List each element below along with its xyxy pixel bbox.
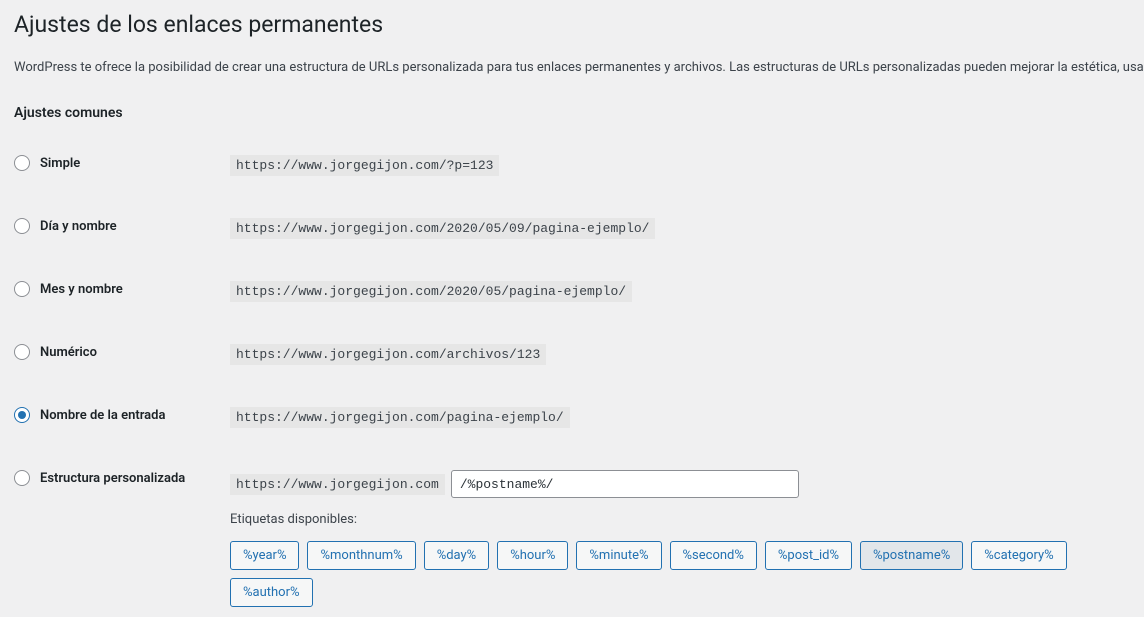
permalink-example-url: https://www.jorgegijon.com/2020/05/pagin… xyxy=(230,281,632,302)
section-title: Ajustes comunes xyxy=(14,105,1130,121)
tag-button[interactable]: %second% xyxy=(670,541,757,570)
permalink-radio[interactable] xyxy=(14,155,30,171)
permalink-radio-label: Numérico xyxy=(40,345,97,360)
option-row: Mes y nombre https://www.jorgegijon.com/2… xyxy=(14,281,1130,302)
tag-button[interactable]: %post_id% xyxy=(765,541,852,570)
permalink-example-url: https://www.jorgegijon.com/archivos/123 xyxy=(230,344,546,365)
tags-label: Etiquetas disponibles: xyxy=(230,512,1130,527)
tag-button[interactable]: %day% xyxy=(424,541,490,570)
permalink-radio[interactable] xyxy=(14,281,30,297)
option-row: Día y nombre https://www.jorgegijon.com/2… xyxy=(14,218,1130,239)
permalink-radio[interactable] xyxy=(14,407,30,423)
permalink-radio[interactable] xyxy=(14,218,30,234)
tag-button[interactable]: %year% xyxy=(230,541,299,570)
permalink-example-url: https://www.jorgegijon.com/?p=123 xyxy=(230,155,499,176)
radio-label-custom: Estructura personalizada xyxy=(40,471,185,486)
permalink-radio-label: Día y nombre xyxy=(40,219,117,234)
page-title: Ajustes de los enlaces permanentes xyxy=(14,10,1130,40)
permalink-example-url: https://www.jorgegijon.com/2020/05/09/pa… xyxy=(230,218,655,239)
radio-custom[interactable] xyxy=(14,470,30,486)
tag-button[interactable]: %postname% xyxy=(860,541,963,570)
permalink-radio-label: Mes y nombre xyxy=(40,282,123,297)
permalink-example-url: https://www.jorgegijon.com/pagina-ejempl… xyxy=(230,407,570,428)
tag-button[interactable]: %author% xyxy=(230,578,313,607)
tag-button[interactable]: %hour% xyxy=(497,541,568,570)
permalink-radio-label: Simple xyxy=(40,156,80,171)
tag-button[interactable]: %minute% xyxy=(576,541,661,570)
option-row-custom: Estructura personalizada https://www.jor… xyxy=(14,470,1130,498)
permalink-radio[interactable] xyxy=(14,344,30,360)
tags-row: %year% %monthnum% %day%%hour% %minute% %seco… xyxy=(230,541,1130,607)
option-row: Simple https://www.jorgegijon.com/?p=123 xyxy=(14,155,1130,176)
custom-base-url: https://www.jorgegijon.com xyxy=(230,474,445,495)
tag-button[interactable]: %monthnum% xyxy=(307,541,415,570)
custom-structure-input[interactable] xyxy=(451,470,799,498)
permalink-radio-label: Nombre de la entrada xyxy=(40,408,165,423)
page-description: WordPress te ofrece la posibilidad de cr… xyxy=(14,58,1130,78)
option-row: Nombre de la entrada https://www.jorgegij… xyxy=(14,407,1130,428)
tag-button[interactable]: %category% xyxy=(971,541,1066,570)
option-row: Numérico https://www.jorgegijon.com/archi… xyxy=(14,344,1130,365)
